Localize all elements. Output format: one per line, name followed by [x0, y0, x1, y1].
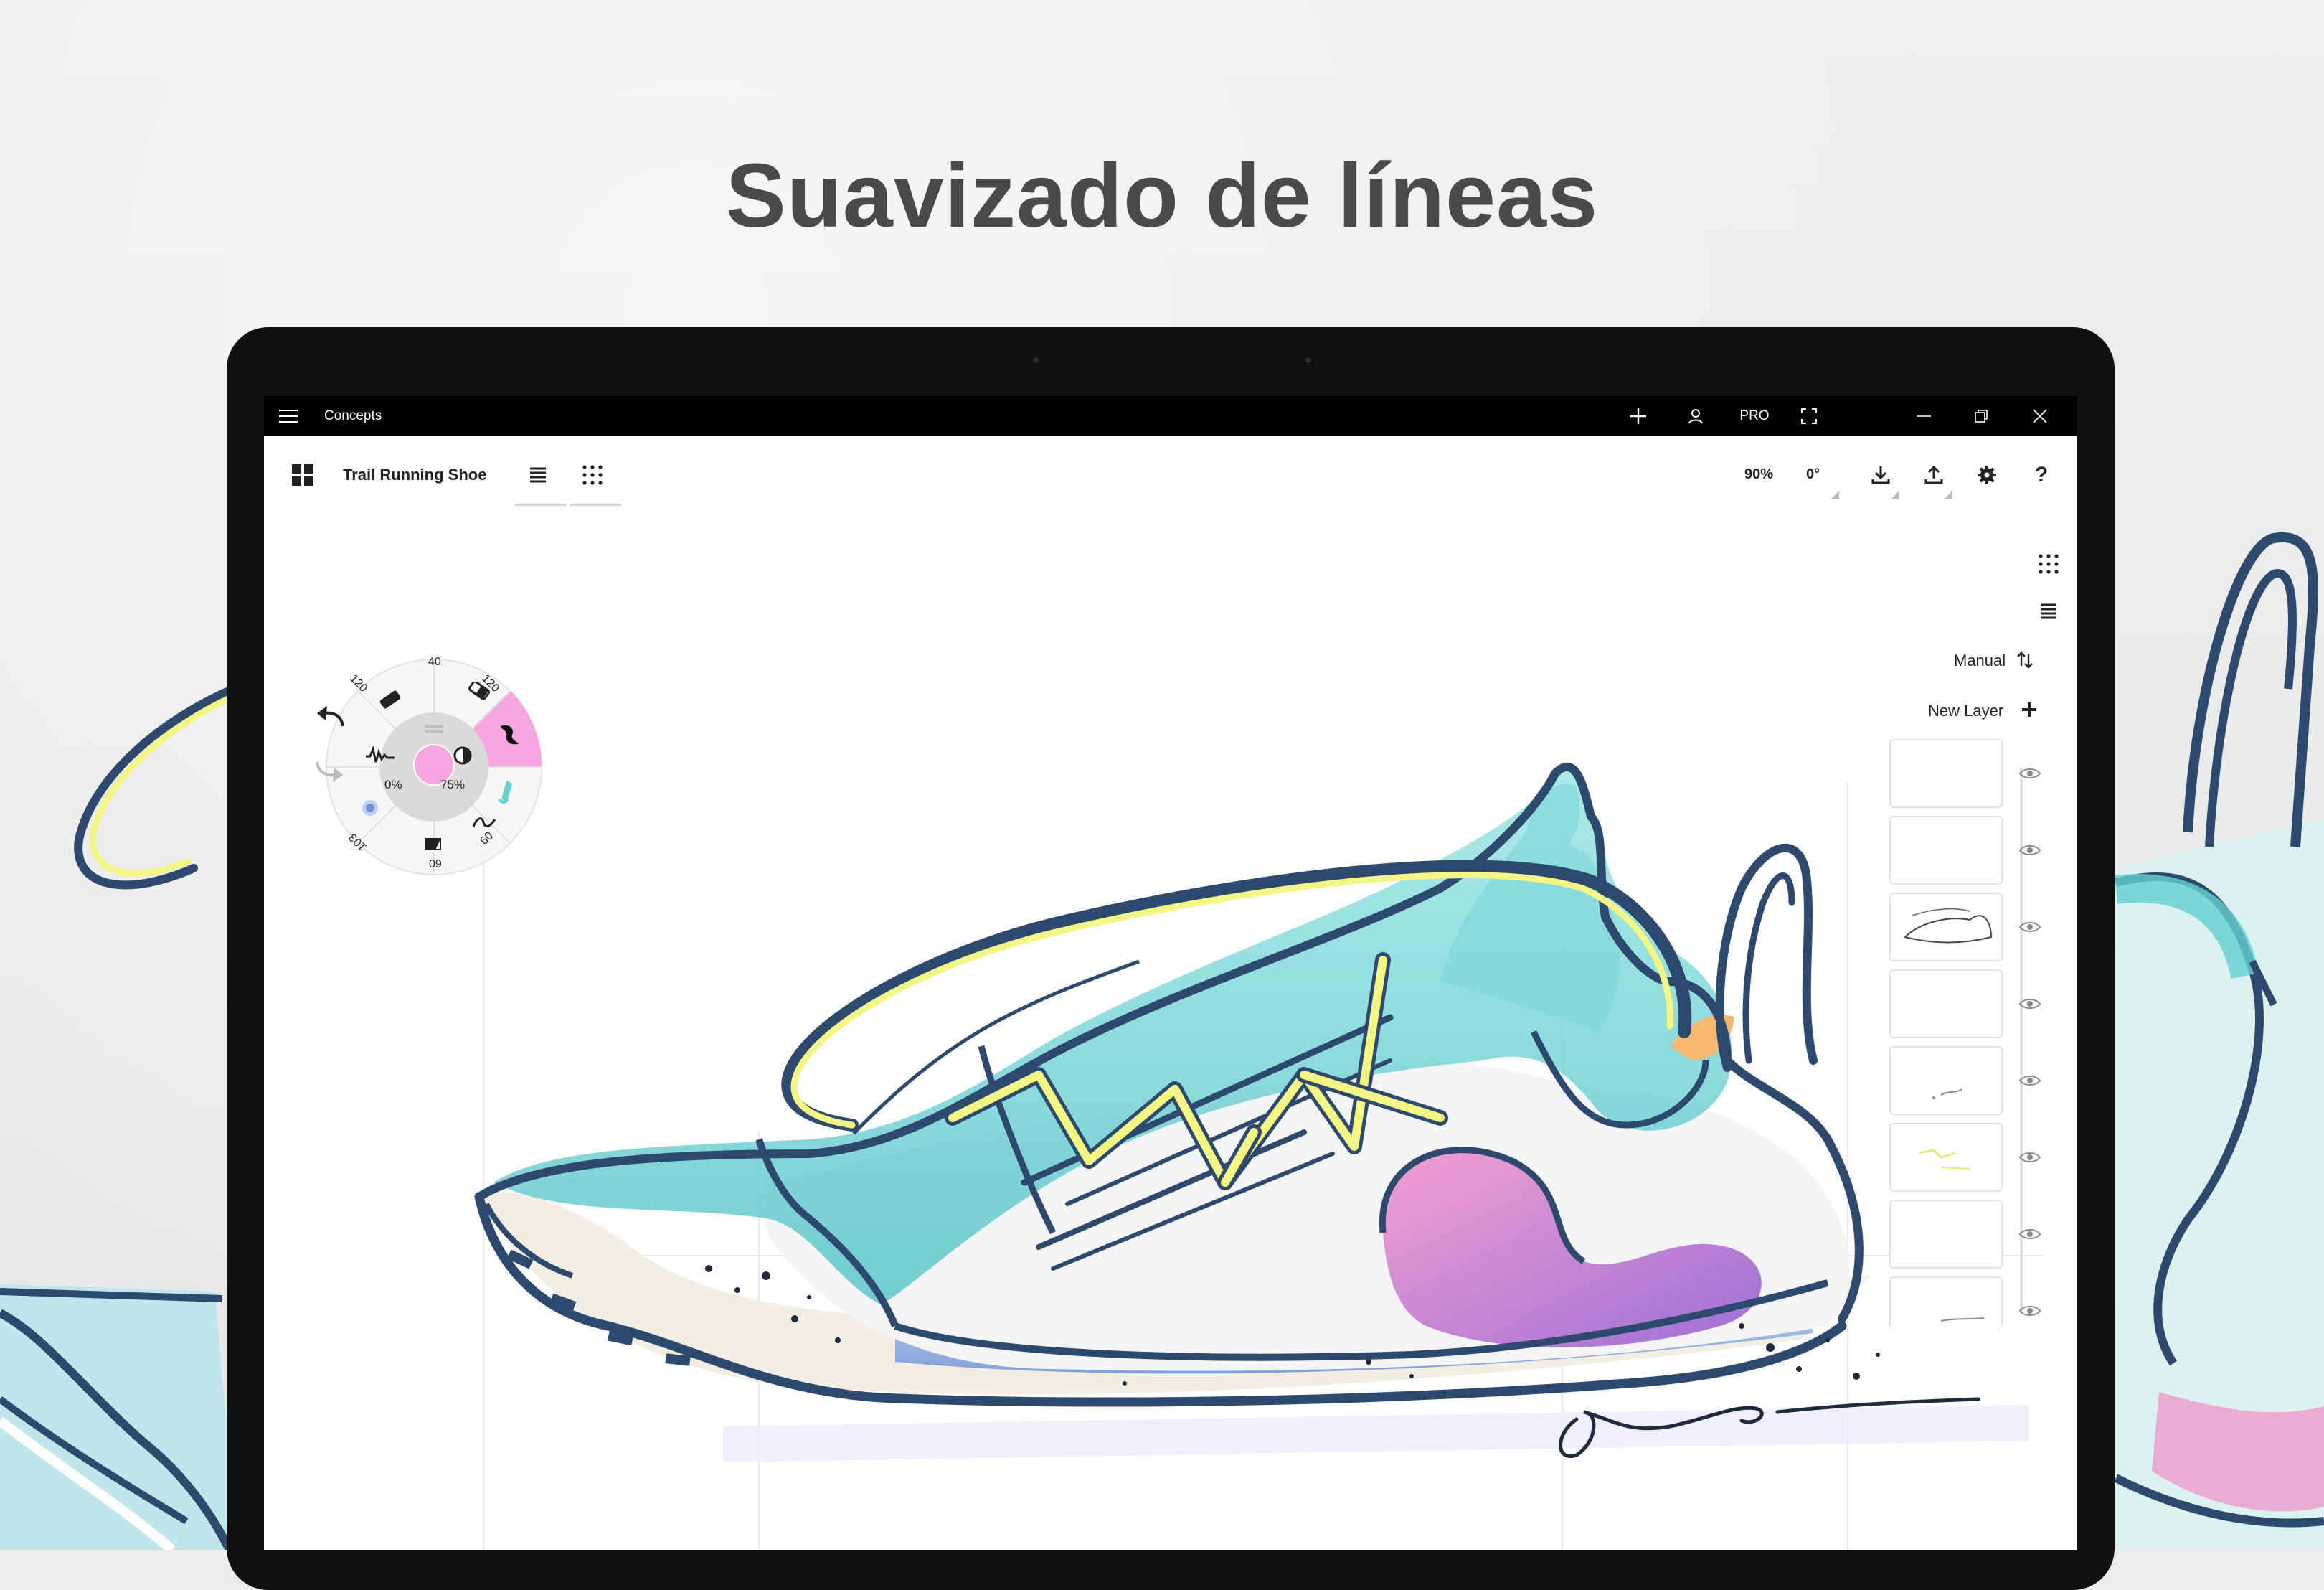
corner-marker: [1891, 491, 1899, 499]
smoothing-value: 0%: [384, 778, 402, 791]
layer-thumbnail[interactable]: [1889, 1046, 2003, 1115]
eye-icon[interactable]: [2018, 843, 2041, 857]
toolbar: Trail Running Shoe 90% 0° ?: [264, 436, 2077, 515]
minimize-icon[interactable]: [1904, 396, 1944, 436]
download-icon[interactable]: [1861, 455, 1901, 495]
smoothing-icon[interactable]: [364, 746, 396, 765]
layer-thumbnail[interactable]: [1889, 893, 2003, 961]
pro-badge[interactable]: PRO: [1726, 396, 1783, 436]
opacity-value: 75%: [440, 778, 466, 791]
tool-slot-label: 40: [428, 656, 441, 668]
eye-icon[interactable]: [2018, 1304, 2041, 1318]
sort-label[interactable]: Manual: [1954, 651, 2006, 670]
corner-marker: [1944, 491, 1952, 499]
tool-slot-label: 09: [429, 858, 442, 870]
user-icon[interactable]: [1676, 396, 1716, 436]
zoom-readout[interactable]: 90%: [1744, 466, 1773, 483]
layer-thumbnail[interactable]: [1889, 1123, 2003, 1192]
wave-icon[interactable]: [472, 815, 496, 831]
upload-icon[interactable]: [1914, 455, 1954, 495]
plus-icon[interactable]: [2021, 702, 2037, 718]
brush-icon[interactable]: [493, 720, 525, 749]
eye-icon[interactable]: [2018, 997, 2041, 1011]
eye-icon[interactable]: [2018, 1150, 2041, 1165]
title-bar: Concepts PRO: [264, 396, 2077, 436]
layer-thumbnail[interactable]: [1889, 1276, 2003, 1328]
layers-icon[interactable]: [2028, 591, 2069, 631]
camera-dot: [1305, 357, 1311, 363]
rotation-readout[interactable]: 0°: [1806, 466, 1820, 483]
app-title: Concepts: [324, 408, 382, 423]
sort-icon[interactable]: [2017, 651, 2033, 669]
eye-icon[interactable]: [2018, 1073, 2041, 1088]
fill-icon[interactable]: [423, 835, 445, 852]
undo-icon[interactable]: [314, 703, 346, 729]
layer-thumbnail[interactable]: [1889, 739, 2003, 808]
document-title[interactable]: Trail Running Shoe: [343, 464, 486, 486]
restore-icon[interactable]: [1961, 396, 2001, 436]
layers-icon[interactable]: [518, 455, 558, 495]
tab-underline: [515, 504, 567, 506]
tab-underline: [570, 504, 621, 506]
drawing-canvas[interactable]: 40 120 120 09 09 103 0% 75% Manual New L…: [264, 515, 2077, 1550]
marker-icon[interactable]: [496, 778, 518, 806]
plus-icon[interactable]: [1618, 396, 1658, 436]
airbrush-icon[interactable]: [360, 798, 380, 818]
layer-thumbnail[interactable]: [1889, 1200, 2003, 1269]
close-icon[interactable]: [2020, 396, 2060, 436]
dot-grid-icon[interactable]: [2028, 544, 2069, 584]
help-button[interactable]: ?: [2021, 455, 2061, 495]
eye-icon[interactable]: [2018, 1227, 2041, 1241]
corner-marker: [1831, 491, 1839, 499]
hamburger-icon[interactable]: [268, 396, 308, 436]
pencil-icon[interactable]: [376, 690, 405, 710]
fullscreen-icon[interactable]: [1789, 396, 1829, 436]
redo-icon[interactable]: [314, 759, 346, 785]
eraser-icon[interactable]: [467, 682, 491, 700]
camera-dot: [1033, 357, 1039, 363]
eye-icon[interactable]: [2018, 766, 2041, 781]
eye-icon[interactable]: [2018, 920, 2041, 934]
app-window: Concepts PRO Trail Running Shoe 90% 0° ?…: [264, 396, 2077, 1550]
layer-thumbnail[interactable]: [1889, 816, 2003, 885]
opacity-icon[interactable]: [453, 745, 473, 766]
grid-icon[interactable]: [283, 455, 323, 495]
gear-icon[interactable]: [1967, 455, 2007, 495]
layer-thumbnail[interactable]: [1889, 969, 2003, 1038]
new-layer-label[interactable]: New Layer: [1928, 702, 2003, 720]
dot-grid-icon[interactable]: [572, 455, 613, 495]
headline: Suavizado de líneas: [725, 145, 1599, 246]
